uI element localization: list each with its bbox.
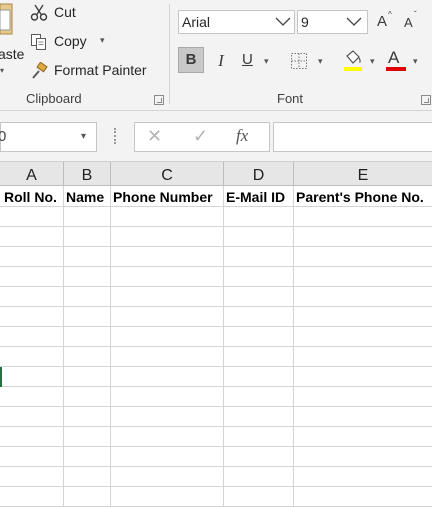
- caret-up-icon: ^: [388, 10, 392, 19]
- chevron-down-icon[interactable]: ▾: [264, 56, 269, 67]
- gridline: [0, 466, 432, 467]
- bold-button[interactable]: B: [178, 47, 204, 73]
- cell-d1[interactable]: E-Mail ID: [226, 187, 285, 207]
- gridline: [0, 486, 432, 487]
- gridline: [0, 326, 432, 327]
- gridline: [0, 306, 432, 307]
- cut-button[interactable]: Cut: [30, 2, 90, 24]
- font-color-button[interactable]: A ▾: [384, 48, 424, 74]
- copy-button[interactable]: Copy ▾: [30, 31, 112, 53]
- cell-a1[interactable]: Roll No.: [4, 187, 57, 207]
- gridline: [0, 366, 432, 367]
- clipboard-dialog-launcher-icon[interactable]: [154, 95, 164, 105]
- scissors-icon: [30, 4, 48, 21]
- paste-icon: [0, 3, 13, 35]
- column-header-c[interactable]: C: [111, 162, 224, 186]
- insert-function-icon[interactable]: fx: [236, 126, 248, 146]
- increase-font-size-button[interactable]: A ^: [375, 10, 395, 32]
- highlight-color-swatch: [344, 67, 362, 71]
- caret-down-icon: ˇ: [414, 10, 417, 19]
- column-header-a[interactable]: A: [0, 162, 64, 186]
- name-box-value: 0: [0, 128, 7, 145]
- underline-button[interactable]: U ▾: [236, 48, 274, 74]
- borders-button[interactable]: ▾: [288, 48, 328, 74]
- format-painter-label: Format Painter: [54, 62, 147, 78]
- increase-font-size-label: A: [377, 13, 388, 30]
- gridline: [0, 266, 432, 267]
- gridline: [0, 286, 432, 287]
- column-header-e[interactable]: E: [294, 162, 432, 186]
- cancel-icon[interactable]: ✕: [147, 126, 162, 147]
- gridline: [0, 346, 432, 347]
- group-divider: [169, 4, 170, 104]
- gridline: [0, 226, 432, 227]
- underline-label: U: [242, 51, 253, 68]
- copy-icon: [31, 34, 46, 50]
- gridline: [0, 246, 432, 247]
- decrease-font-size-button[interactable]: A ˇ: [402, 10, 422, 32]
- paste-label: aste: [0, 46, 25, 62]
- gridline: [0, 386, 432, 387]
- column-header-b[interactable]: B: [64, 162, 111, 186]
- chevron-down-icon[interactable]: ▾: [413, 56, 418, 67]
- font-color-label: A: [388, 48, 400, 67]
- font-size-select[interactable]: 9: [297, 10, 368, 34]
- decrease-font-size-label: A: [404, 15, 413, 30]
- font-size-value: 9: [301, 14, 309, 30]
- font-dialog-launcher-icon[interactable]: [421, 95, 431, 105]
- spreadsheet-grid[interactable]: A B C D E Roll No. Name Phone Number E-M…: [0, 161, 432, 507]
- chevron-down-icon[interactable]: ▾: [370, 56, 375, 67]
- cut-label: Cut: [54, 4, 76, 20]
- chevron-down-icon: [275, 17, 291, 26]
- chevron-down-icon[interactable]: ▾: [100, 35, 105, 46]
- font-family-select[interactable]: Arial: [178, 10, 295, 34]
- active-row-indicator: [0, 367, 2, 387]
- cell-c1[interactable]: Phone Number: [113, 187, 213, 207]
- copy-label: Copy: [54, 33, 87, 49]
- font-color-swatch: [386, 67, 406, 71]
- italic-button[interactable]: I: [208, 48, 234, 74]
- chevron-down-icon[interactable]: ▾: [318, 56, 323, 67]
- gridline: [0, 406, 432, 407]
- formula-bar: 0 ▾ ✕ ✓ fx: [0, 111, 432, 161]
- paste-button[interactable]: aste ▾: [0, 0, 24, 80]
- cell-e1[interactable]: Parent's Phone No.: [296, 187, 432, 207]
- format-painter-button[interactable]: Format Painter: [30, 60, 155, 82]
- font-family-value: Arial: [182, 14, 211, 30]
- clipboard-group-label: Clipboard: [26, 91, 82, 106]
- gridline: [0, 446, 432, 447]
- ribbon: aste ▾ Cut Copy ▾ Format Painter Clipboa…: [0, 0, 432, 111]
- paint-bucket-icon: [346, 50, 361, 64]
- column-header-row: A B C D E: [0, 161, 432, 186]
- borders-icon: [291, 53, 307, 69]
- name-box[interactable]: 0 ▾: [0, 122, 97, 152]
- enter-icon[interactable]: ✓: [193, 126, 208, 147]
- formula-input[interactable]: [273, 122, 432, 152]
- fill-color-button[interactable]: ▾: [342, 48, 382, 74]
- paintbrush-icon: [32, 62, 48, 79]
- cell-b1[interactable]: Name: [66, 187, 104, 207]
- font-group-label: Font: [277, 91, 304, 106]
- formula-bar-grip-icon: [114, 128, 117, 144]
- chevron-down-icon: ▾: [0, 66, 5, 75]
- chevron-down-icon[interactable]: ▾: [81, 131, 86, 142]
- gridline: [0, 426, 432, 427]
- chevron-down-icon: [346, 17, 362, 26]
- formula-buttons: ✕ ✓ fx: [134, 122, 270, 152]
- column-header-d[interactable]: D: [224, 162, 294, 186]
